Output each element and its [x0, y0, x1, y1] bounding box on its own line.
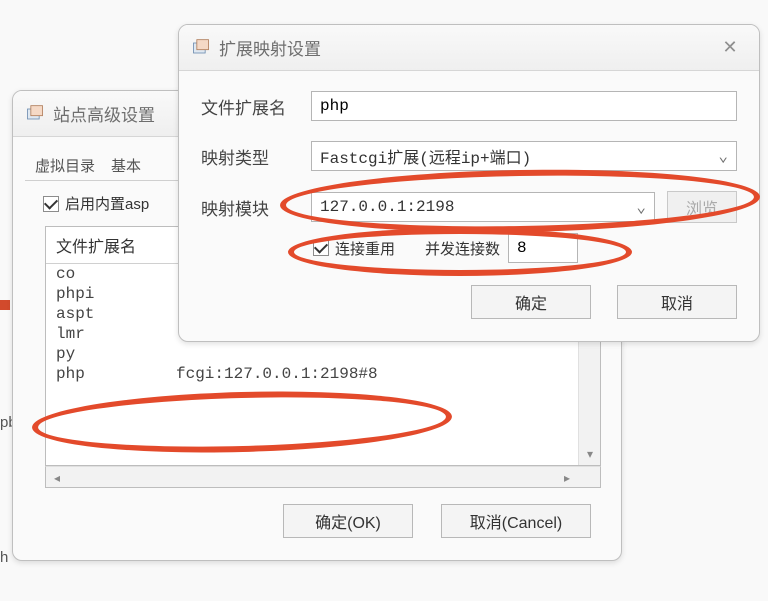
concurrent-connections-label: 并发连接数: [425, 238, 500, 259]
list-row[interactable]: py: [46, 344, 600, 364]
dialog-title: 扩展映射设置: [219, 35, 321, 60]
close-button[interactable]: ✕: [713, 33, 747, 63]
ext-cell: phpi: [56, 285, 176, 303]
window-title: 站点高级设置: [53, 101, 155, 126]
app-icon: [191, 38, 211, 58]
checkbox-icon: [313, 240, 329, 256]
app-icon: [25, 104, 45, 124]
ok-button[interactable]: 确定: [471, 285, 591, 319]
cancel-button[interactable]: 取消: [617, 285, 737, 319]
connection-reuse-label: 连接重用: [335, 238, 395, 259]
file-extension-label: 文件扩展名: [201, 94, 311, 119]
mapping-type-select[interactable]: Fastcgi扩展(远程ip+端口) ⌄: [311, 141, 737, 171]
chevron-down-icon: ⌄: [636, 197, 646, 217]
mapping-module-select[interactable]: 127.0.0.1:2198 ⌄: [311, 192, 655, 222]
file-extension-input[interactable]: [311, 91, 737, 121]
tab-basic[interactable]: 基本: [107, 151, 145, 180]
close-icon: ✕: [722, 37, 737, 58]
horizontal-scrollbar[interactable]: ◂ ▸: [45, 466, 601, 488]
ext-cell: aspt: [56, 305, 176, 323]
tab-virtual-dirs[interactable]: 虚拟目录: [31, 151, 99, 180]
extension-mapping-dialog: 扩展映射设置 ✕ 文件扩展名 映射类型 Fastcgi扩展(远程ip+端口) ⌄…: [178, 24, 760, 342]
module-cell: fcgi:127.0.0.1:2198#8: [176, 365, 590, 383]
browse-button: 浏览: [667, 191, 737, 223]
ext-cell: py: [56, 345, 176, 363]
checkbox-icon: [43, 196, 59, 212]
scroll-right-icon[interactable]: ▸: [556, 467, 578, 489]
edge-fragment: [0, 300, 10, 310]
scroll-down-icon[interactable]: ▾: [579, 443, 601, 465]
enable-builtin-asp-label: 启用内置asp: [65, 193, 149, 214]
titlebar[interactable]: 扩展映射设置 ✕: [179, 25, 759, 71]
ext-cell: lmr: [56, 325, 176, 343]
cancel-button[interactable]: 取消(Cancel): [441, 504, 591, 538]
list-row[interactable]: php fcgi:127.0.0.1:2198#8: [46, 364, 600, 384]
mapping-module-label: 映射模块: [201, 195, 311, 220]
connection-reuse-checkbox[interactable]: 连接重用: [313, 238, 395, 259]
mapping-module-value: 127.0.0.1:2198: [320, 198, 454, 216]
enable-builtin-asp-checkbox[interactable]: 启用内置asp: [43, 193, 149, 214]
ext-cell: php: [56, 365, 176, 383]
scroll-left-icon[interactable]: ◂: [46, 467, 68, 489]
concurrent-connections-input[interactable]: [508, 233, 578, 263]
ok-button[interactable]: 确定(OK): [283, 504, 413, 538]
edge-fragment: h: [0, 549, 8, 566]
mapping-type-value: Fastcgi扩展(远程ip+端口): [320, 144, 531, 168]
mapping-type-label: 映射类型: [201, 144, 311, 169]
ext-cell: co: [56, 265, 176, 283]
chevron-down-icon: ⌄: [718, 146, 728, 166]
